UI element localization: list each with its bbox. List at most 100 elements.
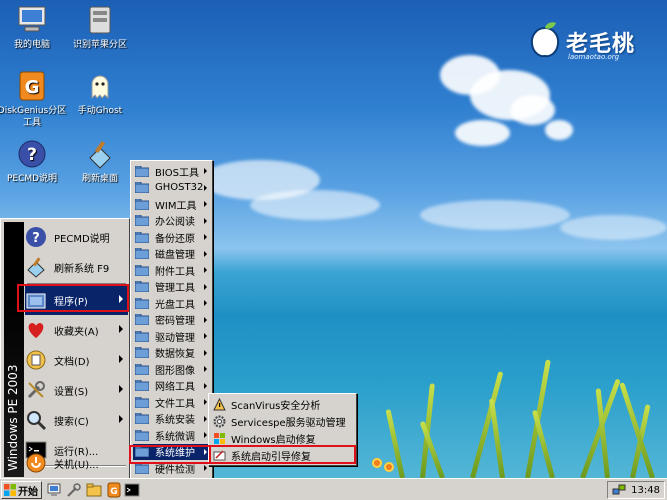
- folder-icon: [135, 182, 149, 194]
- submenu-arrow-icon: [204, 399, 207, 405]
- programs-submenu-item[interactable]: WIM工具: [133, 196, 210, 213]
- programs-submenu-item-label: GHOST32: [155, 182, 204, 194]
- programs-submenu-item-label: 办公阅读: [155, 217, 195, 229]
- submenu-arrow-icon: [204, 366, 207, 372]
- folder-icon: [135, 380, 149, 392]
- desktop-icon-apple-partition[interactable]: 识别苹果分区: [63, 4, 137, 51]
- desktop-icon-label: 识别苹果分区: [72, 40, 127, 50]
- programs-submenu-item[interactable]: 系统安装: [133, 411, 210, 428]
- quicklaunch-disk-icon[interactable]: G: [106, 482, 122, 498]
- programs-submenu-item-label: BIOS工具: [155, 167, 200, 179]
- programs-submenu-item[interactable]: 文件工具: [133, 394, 210, 411]
- submenu-arrow-icon: [204, 184, 207, 191]
- start-menu-banner-text: Windows PE 2003: [6, 364, 20, 471]
- programs-submenu-item[interactable]: 硬件检测: [133, 460, 210, 477]
- submenu-arrow-icon: [204, 432, 207, 438]
- quicklaunch-computer-icon[interactable]: [46, 482, 62, 498]
- start-item-documents[interactable]: 文档(D): [25, 345, 128, 375]
- start-item-search[interactable]: 搜索(C): [25, 405, 128, 435]
- start-button[interactable]: 开始: [1, 481, 42, 499]
- start-item-shutdown-row[interactable]: 关机(U)...: [25, 448, 128, 478]
- submenu-arrow-icon: [204, 465, 207, 471]
- programs-submenu-item-label: 密码管理: [155, 316, 195, 328]
- desktop-icon-refresh[interactable]: 刷新桌面: [63, 138, 137, 185]
- start-item-label: 搜索(C): [54, 416, 89, 428]
- help-icon: ?: [26, 227, 46, 247]
- submenu-arrow-icon: [204, 415, 207, 422]
- logo-url: laomaotao.org: [568, 53, 620, 61]
- submenu-arrow-icon: [119, 385, 123, 393]
- start-item-favorites[interactable]: 收藏夹(A): [25, 315, 128, 345]
- start-item-programs[interactable]: 程序(P): [25, 285, 128, 315]
- start-item-label: 程序(P): [54, 296, 88, 308]
- desktop-icon-label: DiskGenius分区工具: [0, 106, 67, 128]
- programs-submenu: BIOS工具 GHOST32 WIM工具办公阅读备份还原磁盘管理 附件工具管理工具 光盘…: [130, 160, 213, 497]
- programs-submenu-item[interactable]: 备份还原: [133, 229, 210, 246]
- programs-submenu-item[interactable]: 图形图像: [133, 361, 210, 378]
- programs-submenu-item-label: 备份还原: [155, 233, 195, 245]
- programs-submenu-item[interactable]: 附件工具: [133, 262, 210, 279]
- submenu-arrow-icon: [204, 316, 207, 323]
- programs-submenu-item[interactable]: 网络工具: [133, 378, 210, 395]
- gear-icon: [213, 415, 226, 428]
- programs-submenu-item[interactable]: 磁盘管理: [133, 246, 210, 263]
- programs-submenu-item-label: WIM工具: [155, 200, 197, 212]
- folder-icon: [135, 462, 149, 474]
- start-item-label: 收藏夹(A): [54, 326, 99, 338]
- programs-submenu-item-label: 系统微调: [155, 431, 195, 443]
- peach-logo-icon: [530, 22, 560, 58]
- desktop-icon-pecmd-help[interactable]: ? PECMD说明: [0, 138, 69, 185]
- quicklaunch-folder-icon[interactable]: [86, 482, 102, 498]
- programs-submenu-item[interactable]: 办公阅读: [133, 213, 210, 230]
- programs-submenu-item[interactable]: 系统维护: [133, 443, 210, 460]
- desktop-icon-ghost[interactable]: 手动Ghost: [63, 70, 137, 117]
- folder-icon: [135, 264, 149, 276]
- network-icon[interactable]: [612, 483, 626, 497]
- programs-submenu-item[interactable]: 驱动管理: [133, 328, 210, 345]
- shutdown-icon: [26, 453, 46, 473]
- documents-icon: [26, 350, 46, 370]
- quicklaunch-tools-icon[interactable]: [66, 482, 82, 498]
- taskbar: 开始 G 13:48: [0, 478, 667, 500]
- menu-item-label: Windows启动修复: [231, 434, 316, 446]
- programs-submenu-item-label: 磁盘管理: [155, 250, 195, 262]
- submenu-arrow-icon: [204, 349, 207, 356]
- windows-icon: [214, 432, 225, 444]
- submenu-arrow-icon: [204, 300, 207, 306]
- programs-submenu-item[interactable]: 数据恢复: [133, 345, 210, 362]
- programs-submenu-item[interactable]: 系统微调: [133, 427, 210, 444]
- system-tray: 13:48: [607, 481, 665, 499]
- my-computer-icon: [18, 6, 46, 32]
- menu-item-scanvirus[interactable]: ScanVirus安全分析: [211, 396, 354, 413]
- programs-submenu-item[interactable]: GHOST32: [133, 180, 210, 197]
- svg-text:G: G: [25, 77, 40, 98]
- start-item-pecmd-help[interactable]: ? PECMD说明: [25, 222, 128, 252]
- ghost-icon: [91, 75, 109, 100]
- programs-submenu-item-label: 管理工具: [155, 283, 195, 295]
- desktop-icon-label: 刷新桌面: [81, 174, 118, 184]
- svg-text:?: ?: [32, 231, 40, 246]
- folder-icon: [135, 198, 149, 210]
- folder-icon: [135, 429, 149, 441]
- submenu-arrow-icon: [204, 448, 207, 455]
- programs-submenu-item[interactable]: BIOS工具: [133, 163, 210, 180]
- menu-item-servicespe[interactable]: Servicespe服务驱动管理: [211, 413, 354, 430]
- submenu-arrow-icon: [119, 355, 123, 363]
- menu-item-windows-repair[interactable]: Windows启动修复: [211, 430, 354, 447]
- folder-icon: [135, 281, 149, 293]
- programs-submenu-item[interactable]: 管理工具: [133, 279, 210, 296]
- start-button-label: 开始: [18, 486, 38, 498]
- folder-icon: [135, 446, 149, 458]
- clock[interactable]: 13:48: [631, 485, 660, 496]
- desktop-icon-diskgenius[interactable]: G DiskGenius分区工具: [0, 70, 69, 129]
- folder-icon: [135, 396, 149, 408]
- submenu-arrow-icon: [204, 217, 207, 224]
- programs-submenu-item[interactable]: 密码管理: [133, 312, 210, 329]
- quicklaunch-terminal-icon[interactable]: [124, 482, 140, 498]
- programs-submenu-item-label: 文件工具: [155, 398, 195, 410]
- start-item-settings[interactable]: 设置(S): [25, 375, 128, 405]
- menu-item-boot-repair[interactable]: 系统启动引导修复: [211, 447, 354, 464]
- start-item-refresh-system[interactable]: 刷新系统 F9: [25, 252, 128, 282]
- programs-submenu-item[interactable]: 光盘工具: [133, 295, 210, 312]
- desktop-icon-my-computer[interactable]: 我的电脑: [0, 4, 69, 51]
